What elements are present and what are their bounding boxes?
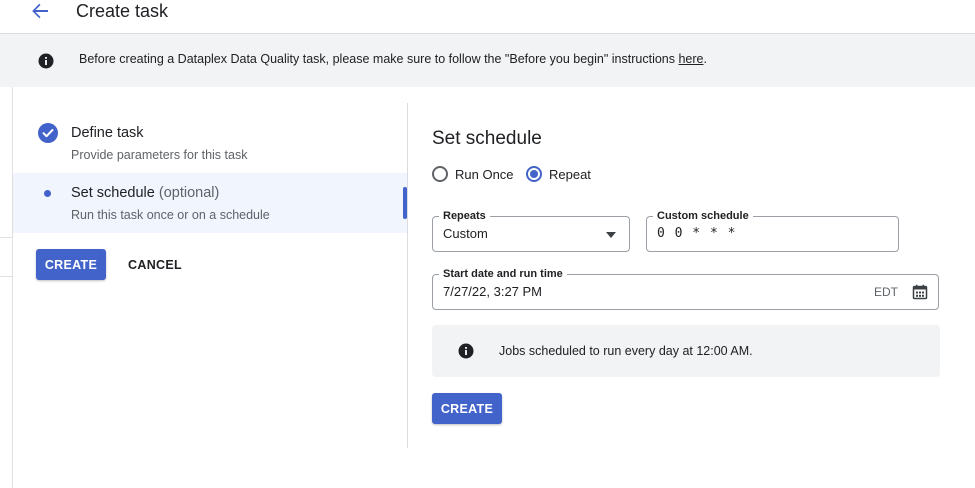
banner-message: Before creating a Dataplex Data Quality … <box>79 52 679 66</box>
active-step-dot-icon <box>44 190 51 197</box>
radio-label: Run Once <box>455 166 514 182</box>
banner-text: Before creating a Dataplex Data Quality … <box>79 52 707 66</box>
calendar-icon[interactable] <box>912 284 928 300</box>
cancel-button[interactable]: CANCEL <box>120 249 190 280</box>
banner-suffix: . <box>703 52 707 66</box>
info-icon <box>38 53 54 69</box>
radio-button-icon[interactable] <box>432 166 448 182</box>
start-date-input[interactable]: Start date and run time 7/27/22, 3:27 PM… <box>432 267 939 310</box>
schedule-create-button[interactable]: CREATE <box>432 393 502 424</box>
repeats-label: Repeats <box>439 209 490 223</box>
radio-button-checked-icon[interactable] <box>526 166 542 182</box>
custom-schedule-input[interactable]: Custom schedule 0 0 * * * <box>646 209 899 252</box>
custom-schedule-label: Custom schedule <box>653 209 753 223</box>
custom-schedule-value: 0 0 * * * <box>657 226 737 241</box>
step-title: Set schedule (optional) <box>71 185 219 201</box>
info-banner: Before creating a Dataplex Data Quality … <box>0 34 975 87</box>
step-subtitle: Run this task once or on a schedule <box>71 208 270 222</box>
step-title-text: Set schedule <box>71 185 155 201</box>
step-optional-tag: (optional) <box>158 185 220 201</box>
notice-text: Jobs scheduled to run every day at 12:00… <box>499 344 753 358</box>
step-subtitle: Provide parameters for this task <box>71 148 248 162</box>
section-title: Set schedule <box>432 128 542 149</box>
start-date-label: Start date and run time <box>439 267 567 281</box>
check-circle-icon <box>38 123 58 143</box>
step-set-schedule[interactable]: Set schedule (optional) Run this task on… <box>13 173 407 233</box>
start-date-value: 7/27/22, 3:27 PM <box>443 284 543 299</box>
radio-label: Repeat <box>549 166 591 182</box>
timezone-label: EDT <box>874 285 898 299</box>
radio-repeat[interactable]: Repeat <box>526 164 591 184</box>
info-icon <box>458 343 474 359</box>
top-bar: Create task <box>0 0 975 34</box>
repeats-value: Custom <box>443 226 488 241</box>
step-define-task[interactable]: Define task Provide parameters for this … <box>13 113 407 173</box>
create-button[interactable]: CREATE <box>36 249 106 280</box>
left-edge-marker <box>0 237 12 277</box>
radio-run-once[interactable]: Run Once <box>432 164 514 184</box>
arrow-back-icon[interactable] <box>28 0 52 22</box>
page-title: Create task <box>76 1 169 21</box>
dropdown-arrow-icon[interactable] <box>606 232 616 238</box>
step-title: Define task <box>71 125 144 141</box>
schedule-notice: Jobs scheduled to run every day at 12:00… <box>432 325 940 377</box>
banner-here-link[interactable]: here <box>678 52 703 66</box>
repeats-select[interactable]: Repeats Custom <box>432 209 630 252</box>
panel-divider <box>407 103 408 448</box>
